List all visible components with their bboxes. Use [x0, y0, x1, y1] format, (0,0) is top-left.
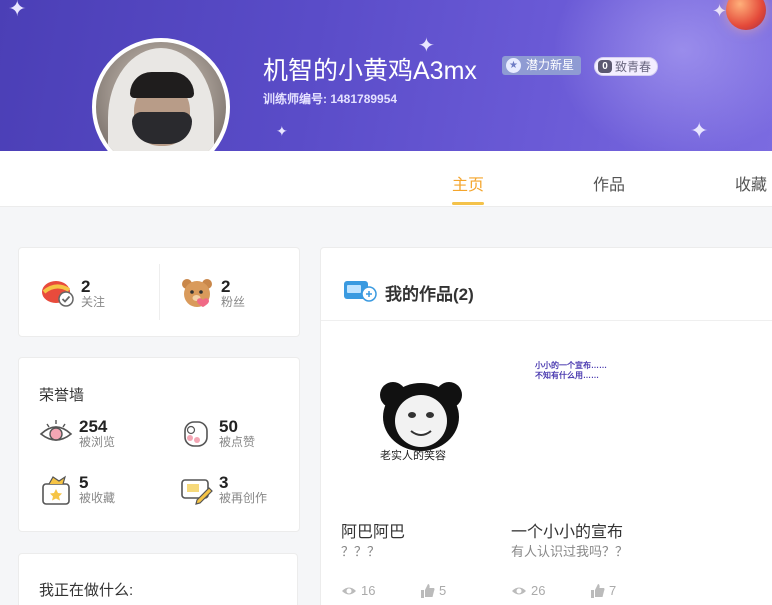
badge-star-label: 潜力新星: [526, 58, 575, 72]
work-thumbnail[interactable]: 小小的一个宣布…… 不知有什么用……: [511, 361, 671, 501]
username: 机智的小黄鸡A3mx: [263, 57, 477, 85]
tab-works[interactable]: 作品: [593, 171, 625, 195]
follow-card: 2 关注 2 粉丝: [18, 247, 300, 337]
badge-potential-star[interactable]: ★ 潜力新星: [502, 56, 582, 75]
work-views-count: 16: [361, 583, 376, 598]
eye-icon: [39, 416, 73, 450]
avatar-hair: [130, 72, 194, 98]
work-views: 16: [341, 583, 375, 598]
following-icon: [41, 276, 75, 310]
likes-label: 被点赞: [219, 434, 256, 449]
remix-pencil-icon: [179, 472, 213, 506]
doing-title: 我正在做什么:: [39, 582, 134, 599]
honor-wall-title: 荣誉墙: [39, 387, 85, 404]
eye-icon: [512, 587, 526, 594]
work-desc: 有人认识过我吗？？: [511, 544, 629, 559]
work-card[interactable]: 小小的一个宣布…… 不知有什么用…… 一个小小的宣布 有人认识过我吗？？ 26 …: [511, 361, 671, 601]
tab-home[interactable]: 主页: [452, 171, 485, 205]
thumb-text-line1: 小小的一个宣布……: [535, 361, 607, 370]
tab-favorites[interactable]: 收藏: [735, 171, 767, 195]
work-likes[interactable]: 7: [591, 583, 616, 598]
favorites-count: 5: [79, 472, 89, 492]
views-count: 254: [79, 416, 108, 436]
sparkle-icon: ✦: [690, 118, 709, 143]
star-badge-icon: ★: [506, 58, 521, 73]
views-stat: 254 被浏览: [39, 416, 115, 450]
doing-card: 我正在做什么:: [18, 553, 298, 605]
divider: [159, 264, 160, 320]
likes-stat: 50 被点赞: [179, 416, 255, 450]
fans-count: 2: [221, 276, 231, 296]
works-title: 我的作品(2): [385, 285, 474, 304]
trainer-id: 训练师编号: 1481789954: [263, 92, 398, 106]
following-label: 关注: [81, 294, 106, 309]
avatar-mask: [132, 112, 192, 144]
works-folder-icon: [343, 278, 377, 302]
work-views-count: 26: [531, 583, 546, 598]
fans-icon: [181, 276, 215, 310]
sparkle-icon: ✦: [276, 123, 288, 139]
remix-label: 被再创作: [219, 490, 268, 505]
fans-label: 粉丝: [221, 294, 246, 309]
favorites-label: 被收藏: [79, 490, 116, 505]
thumb-text-line2: 不知有什么用……: [535, 371, 599, 380]
work-views: 26: [511, 583, 545, 598]
paw-like-icon: [179, 416, 213, 450]
works-panel: 我的作品(2) 老实人的笑容 阿巴阿巴 ？？？ 16 5 小小的一个宣布…… 不…: [320, 247, 772, 605]
badge-youth[interactable]: 0 致青春: [594, 57, 659, 76]
honor-wall-card: 荣誉墙 254 被浏览 50 被点赞 5 被收藏 3 被再创作: [18, 357, 300, 532]
remix-stat: 3 被再创作: [179, 472, 267, 506]
profile-tabs: 主页 作品 收藏: [0, 151, 772, 207]
following-stat[interactable]: 2 关注: [41, 276, 105, 310]
sparkle-icon: ✦: [712, 1, 728, 21]
following-count: 2: [81, 276, 91, 296]
sparkle-icon: ✦: [8, 0, 27, 21]
works-header: 我的作品(2): [321, 248, 772, 321]
work-thumbnail[interactable]: 老实人的笑容: [341, 361, 501, 501]
badge-youth-label: 致青春: [615, 60, 652, 74]
remix-count: 3: [219, 472, 229, 492]
work-likes[interactable]: 5: [421, 583, 446, 598]
views-label: 被浏览: [79, 434, 116, 449]
work-likes-count: 7: [609, 583, 617, 598]
fans-stat[interactable]: 2 粉丝: [181, 276, 245, 310]
panda-meme-image: [380, 382, 462, 451]
thumbs-up-icon: [421, 583, 435, 598]
work-title[interactable]: 阿巴阿巴: [341, 518, 405, 542]
work-desc: ？？？: [341, 544, 381, 559]
thumbs-up-icon: [591, 583, 605, 598]
likes-count: 50: [219, 416, 238, 436]
gift-box-icon: [39, 472, 73, 506]
badge-youth-count: 0: [598, 60, 612, 73]
work-card[interactable]: 老实人的笑容 阿巴阿巴 ？？？ 16 5: [341, 361, 501, 601]
favorites-stat: 5 被收藏: [39, 472, 115, 506]
work-title[interactable]: 一个小小的宣布: [511, 518, 623, 542]
thumb-caption: 老实人的笑容: [380, 450, 446, 462]
eye-icon: [342, 587, 356, 594]
work-likes-count: 5: [439, 583, 447, 598]
